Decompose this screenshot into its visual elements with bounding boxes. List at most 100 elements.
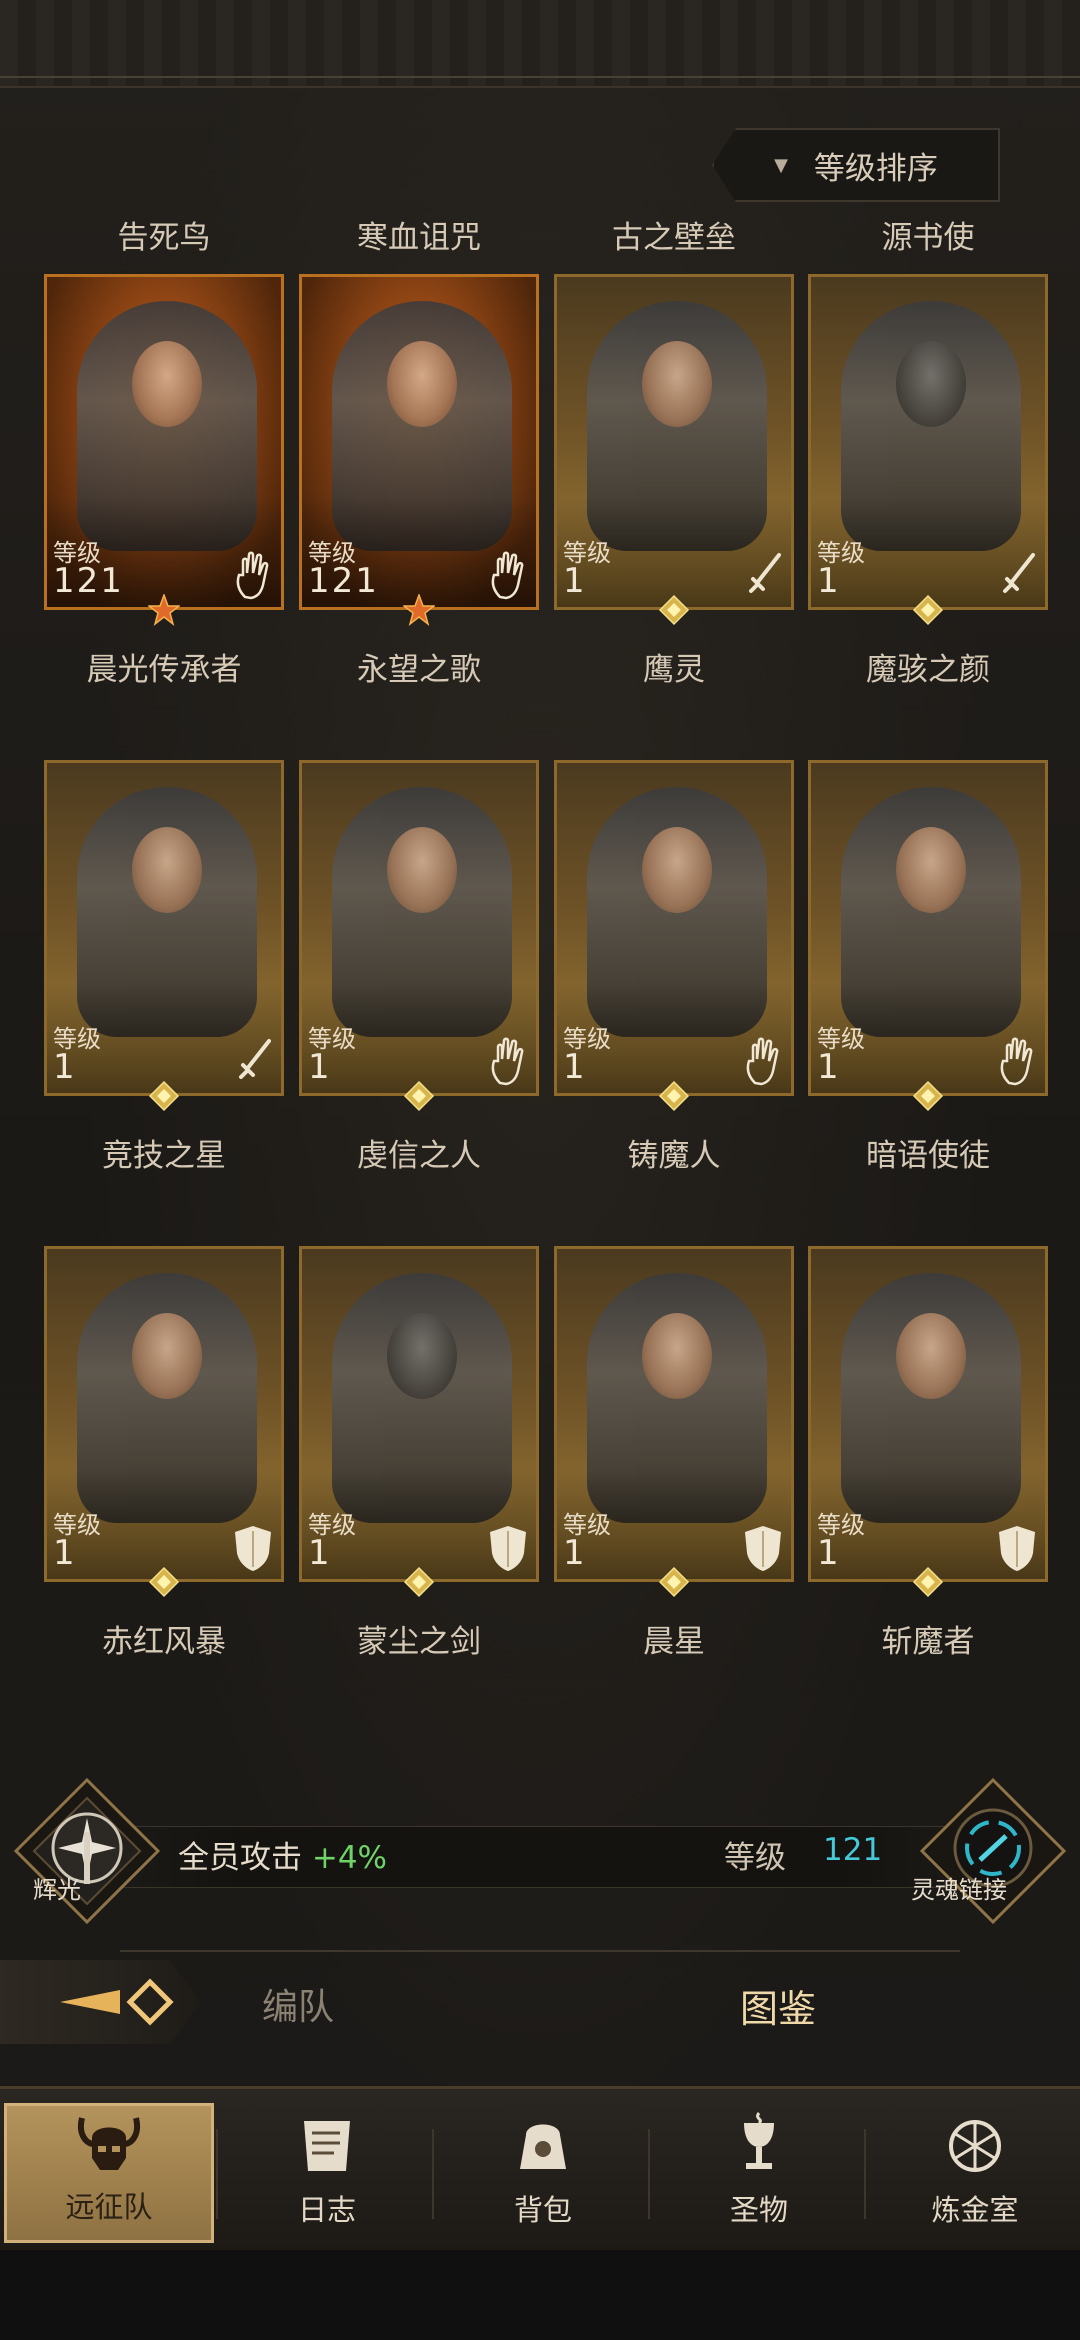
horned-helmet-icon [74,2108,144,2178]
hero-portrait-frame: 等级 121 [299,274,539,610]
sword-icon [231,1037,275,1087]
hero-name: 晨光传承者 [86,652,242,688]
hand-icon [741,1037,785,1087]
nav-item-label: 炼金室 [931,2193,1019,2227]
diamond-gem-icon [912,1566,944,1598]
radiance-emblem[interactable]: 辉光 [12,1776,162,1926]
diamond-arrow-icon [60,1978,174,2026]
hero-portrait-frame: 等级 1 [554,274,794,610]
hero-level-value: 1 [53,1047,77,1087]
hero-portrait-frame: 等级 1 [554,1246,794,1582]
team-attack-label: 全员攻击 [178,1840,302,1876]
hero-portrait-frame: 等级 1 [554,760,794,1096]
team-attack-stat: 全员攻击 +4% [178,1832,387,1877]
hero-name: 铸魔人 [627,1138,721,1174]
hero-name: 蒙尘之剑 [357,1624,481,1660]
nav-separator [648,2129,650,2219]
hero-name: 暗语使徒 [866,1138,990,1174]
hand-icon [486,1037,530,1087]
hero-level-value: 1 [308,1047,332,1087]
hero-portrait-frame: 等级 1 [299,760,539,1096]
tab-divider [120,1950,960,1952]
hero-name: 永望之歌 [357,652,481,688]
tab-bar: 编队 图鉴 [0,1950,1080,2050]
hero-portrait-frame: 等级 1 [44,760,284,1096]
bottom-strip [0,2250,1080,2340]
team-attack-bonus: +4% [311,1840,388,1876]
soul-link-emblem[interactable]: 灵魂链接 [911,1776,1068,1926]
hero-portrait-frame: 等级 1 [808,274,1048,610]
shield-icon [231,1523,275,1573]
star-badge-icon [401,592,437,626]
tab-selector-arrow[interactable] [0,1960,200,2044]
soul-link-level-value: 121 [823,1832,883,1868]
hand-icon [486,551,530,601]
hero-portrait-frame: 等级 1 [808,1246,1048,1582]
chalice-icon [724,2111,794,2181]
nav-item[interactable]: 圣物 [654,2103,864,2243]
hero-name: 赤红风暴 [102,1624,226,1660]
hero-level-value: 1 [53,1533,77,1573]
hero-level-value: 1 [817,561,841,601]
sword-icon [995,551,1039,601]
dropdown-triangle-icon: ▼ [774,154,788,176]
nav-item-label: 远征队 [65,2190,153,2224]
nav-separator [864,2129,866,2219]
hero-title: 源书使 [881,220,975,256]
hero-level-value: 1 [308,1533,332,1573]
diamond-gem-icon [912,1080,944,1112]
diamond-gem-icon [658,1080,690,1112]
nav-item-label: 圣物 [729,2193,788,2227]
shield-icon [995,1523,1039,1573]
hero-portrait-frame: 等级 121 [44,274,284,610]
sort-button-label: 等级排序 [813,150,938,187]
sword-icon [741,551,785,601]
hero-name: 虔信之人 [357,1138,481,1174]
nav-separator [216,2129,218,2219]
diamond-gem-icon [403,1566,435,1598]
hero-level-value: 1 [563,561,587,601]
nav-item[interactable]: 日志 [222,2103,432,2243]
hero-level-value: 1 [563,1047,587,1087]
top-ornament [0,0,1080,88]
screen: ▼ 等级排序 告死鸟 等级 121 晨光传承者 寒血诅咒 等级 121 永望之歌 古之壁垒 等级 1… [0,0,1080,2340]
radiance-label: 辉光 [33,1876,81,1904]
hero-name: 晨星 [643,1624,705,1660]
hero-title: 古之壁垒 [612,220,736,256]
soul-link-level-label: 等级 [724,1840,786,1876]
sort-button[interactable]: ▼ 等级排序 [712,128,1000,202]
hand-icon [231,551,275,601]
hero-title: 寒血诅咒 [357,220,481,256]
nav-item-label: 日志 [297,2193,356,2227]
nav-separator [432,2129,434,2219]
nav-item[interactable]: 炼金室 [870,2103,1080,2243]
diamond-gem-icon [148,1566,180,1598]
tab-formation[interactable]: 编队 [262,1978,334,2030]
scroll-icon [292,2111,362,2181]
tab-codex[interactable]: 图鉴 [740,1978,816,2033]
alchemy-icon [940,2111,1010,2181]
hero-portrait-frame: 等级 1 [808,760,1048,1096]
shield-icon [486,1523,530,1573]
hero-level-value: 121 [53,561,124,601]
bag-icon [508,2111,578,2181]
nav-item-label: 背包 [513,2193,572,2227]
shield-icon [741,1523,785,1573]
star-badge-icon [146,592,182,626]
hero-portrait-frame: 等级 1 [299,1246,539,1582]
stats-bar: 辉光 全员攻击 +4% 等级 121 灵魂链接 [0,1777,1080,1925]
hero-title: 告死鸟 [117,220,211,256]
soul-link-label: 灵魂链接 [911,1876,1007,1904]
nav-item[interactable]: 背包 [438,2103,648,2243]
hero-level-value: 1 [817,1533,841,1573]
hero-level-value: 121 [308,561,379,601]
nav-item[interactable]: 远征队 [4,2103,214,2243]
bottom-nav: 远征队 日志 背包 圣物 炼金室 [0,2086,1080,2250]
diamond-gem-icon [912,594,944,626]
hero-name: 竞技之星 [102,1138,226,1174]
hero-name: 魔骇之颜 [866,652,990,688]
hand-icon [995,1037,1039,1087]
hero-name: 斩魔者 [881,1624,975,1660]
hero-portrait-frame: 等级 1 [44,1246,284,1582]
diamond-gem-icon [658,594,690,626]
